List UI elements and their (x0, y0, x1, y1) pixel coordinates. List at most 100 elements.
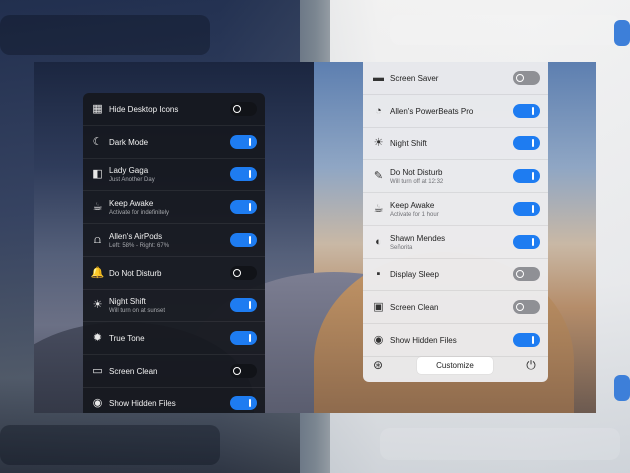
do-not-disturb-icon: ✎ (373, 170, 384, 183)
toggle-knob (245, 398, 255, 408)
menu-row-night-shift[interactable]: ☀ Night Shift (363, 127, 548, 161)
menu-row-allen-s-airpods[interactable]: ⩍ Allen's AirPods Left: 58% - Right: 67% (83, 224, 265, 257)
row-title: Keep Awake (390, 200, 435, 210)
toggle-knob (515, 73, 525, 83)
airpods-icon: ⩍ (93, 233, 102, 246)
row-subtitle: Señorita (390, 244, 413, 251)
toggle-switch[interactable] (513, 299, 540, 314)
menu-row-display-sleep[interactable]: ▪ Display Sleep (363, 258, 548, 292)
row-title: Do Not Disturb (390, 168, 443, 178)
toggle-switch[interactable] (230, 265, 257, 280)
toggle-switch[interactable] (230, 134, 257, 149)
toggle-knob (528, 204, 538, 214)
settings-wheel-icon[interactable]: ⊛ (371, 358, 385, 372)
true-tone-icon: ✹ (92, 331, 103, 344)
row-title: Hide Desktop Icons (109, 105, 179, 114)
toggle-knob (528, 171, 538, 181)
night-shift-icon: ☀ (373, 137, 384, 150)
row-title: Lady Gaga (109, 166, 149, 176)
toggle-switch[interactable] (513, 267, 540, 282)
menu-row-do-not-disturb[interactable]: 🔔 Do Not Disturb (83, 257, 265, 290)
menu-row-keep-awake[interactable]: ☕ Keep Awake Activate for indefinitely (83, 191, 265, 225)
row-title: Dark Mode (109, 137, 149, 147)
toggle-switch[interactable] (230, 363, 257, 378)
blurred-decoration (390, 15, 620, 45)
eye-icon: ◉ (373, 333, 384, 346)
moon-icon: ☾ (92, 135, 103, 148)
toggle-knob (528, 106, 538, 116)
row-subtitle: Will turn off at 12:32 (390, 179, 444, 186)
toggle-switch[interactable] (230, 167, 257, 182)
blurred-decoration (380, 428, 620, 460)
toggle-knob (528, 335, 538, 345)
menu-row-screen-saver[interactable]: ▬ Screen Saver (363, 62, 548, 95)
menu-row-allen-s-powerbeats-pro[interactable]: ◔ Allen's PowerBeats Pro (363, 95, 548, 128)
row-title: Display Sleep (390, 270, 439, 280)
menu-row-screen-clean[interactable]: ▭ Screen Clean (83, 355, 265, 388)
menu-row-screen-clean[interactable]: ▣ Screen Clean (363, 291, 548, 324)
row-title: Keep Awake (109, 199, 154, 209)
row-subtitle: Activate for 1 hour (390, 211, 439, 218)
blurred-decoration (0, 425, 220, 465)
row-subtitle: Will turn on at sunset (109, 308, 166, 315)
menu-row-lady-gaga[interactable]: ◧ Lady Gaga Just Another Day (83, 158, 265, 192)
row-title: Show Hidden Files (109, 399, 176, 409)
row-title: Night Shift (109, 297, 146, 307)
headphones-icon: ◔ (375, 104, 382, 117)
menu-row-show-hidden-files[interactable]: ◉ Show Hidden Files (363, 324, 548, 357)
toggle-knob (232, 366, 242, 376)
menu-row-show-hidden-files[interactable]: ◉ Show Hidden Files (83, 387, 265, 413)
bell-icon: 🔔 (90, 266, 105, 279)
row-title: Screen Clean (109, 366, 158, 376)
menu-row-true-tone[interactable]: ✹ True Tone (83, 322, 265, 355)
toggle-switch[interactable] (230, 102, 257, 116)
row-title: Show Hidden Files (390, 335, 457, 345)
toggle-switch[interactable] (513, 169, 540, 184)
customize-button[interactable]: Customize (417, 357, 493, 374)
row-title: True Tone (109, 333, 145, 343)
toggle-switch[interactable] (230, 298, 257, 313)
toggle-switch[interactable] (513, 201, 540, 216)
menu-row-do-not-disturb[interactable]: ✎ Do Not Disturb Will turn off at 12:32 (363, 160, 548, 194)
screen-saver-icon: ▬ (373, 72, 384, 84)
toggle-switch[interactable] (230, 232, 257, 247)
toggle-switch[interactable] (230, 330, 257, 345)
toggle-knob (528, 138, 538, 148)
toggle-switch[interactable] (513, 136, 540, 151)
toggle-knob (245, 169, 255, 179)
toggle-knob (232, 268, 242, 278)
toggle-knob (515, 302, 525, 312)
row-title: Shawn Mendes (390, 233, 446, 243)
row-subtitle: Activate for indefinitely (109, 210, 170, 217)
row-subtitle: Left: 58% - Right: 67% (109, 242, 170, 249)
toggle-switch[interactable] (230, 200, 257, 215)
coffee-cup-icon: ☕ (92, 201, 103, 214)
row-title: Screen Saver (390, 74, 439, 83)
toggle-switch[interactable] (513, 103, 540, 118)
toggle-knob (528, 237, 538, 247)
menu-row-hide-desktop-icons[interactable]: ▦ Hide Desktop Icons (83, 93, 265, 126)
eye-icon: ◉ (92, 397, 103, 410)
menu-row-shawn-mendes[interactable]: ◐ Shawn Mendes Señorita (363, 226, 548, 259)
toggle-switch[interactable] (513, 234, 540, 249)
music-app-icon: ◐ (375, 235, 382, 248)
blurred-decoration (614, 375, 630, 401)
row-title: Do Not Disturb (109, 268, 162, 278)
toggle-knob (515, 269, 525, 279)
toggle-knob (245, 333, 255, 343)
toggle-switch[interactable] (513, 332, 540, 347)
coffee-cup-icon: ☕ (373, 202, 384, 215)
power-icon[interactable]: ⏻ (524, 358, 538, 372)
menu-row-night-shift[interactable]: ☀ Night Shift Will turn on at sunset (83, 289, 265, 323)
toggle-switch[interactable] (230, 396, 257, 411)
blurred-decoration (0, 15, 210, 55)
toggle-knob (245, 235, 255, 245)
row-subtitle: Just Another Day (109, 177, 155, 184)
toggle-knob (232, 104, 242, 114)
toggle-knob (245, 137, 255, 147)
menu-row-dark-mode[interactable]: ☾ Dark Mode (83, 126, 265, 159)
menu-row-keep-awake[interactable]: ☕ Keep Awake Activate for 1 hour (363, 193, 548, 226)
toggle-knob (245, 202, 255, 212)
toggle-switch[interactable] (513, 71, 540, 85)
row-title: Allen's PowerBeats Pro (390, 106, 474, 116)
